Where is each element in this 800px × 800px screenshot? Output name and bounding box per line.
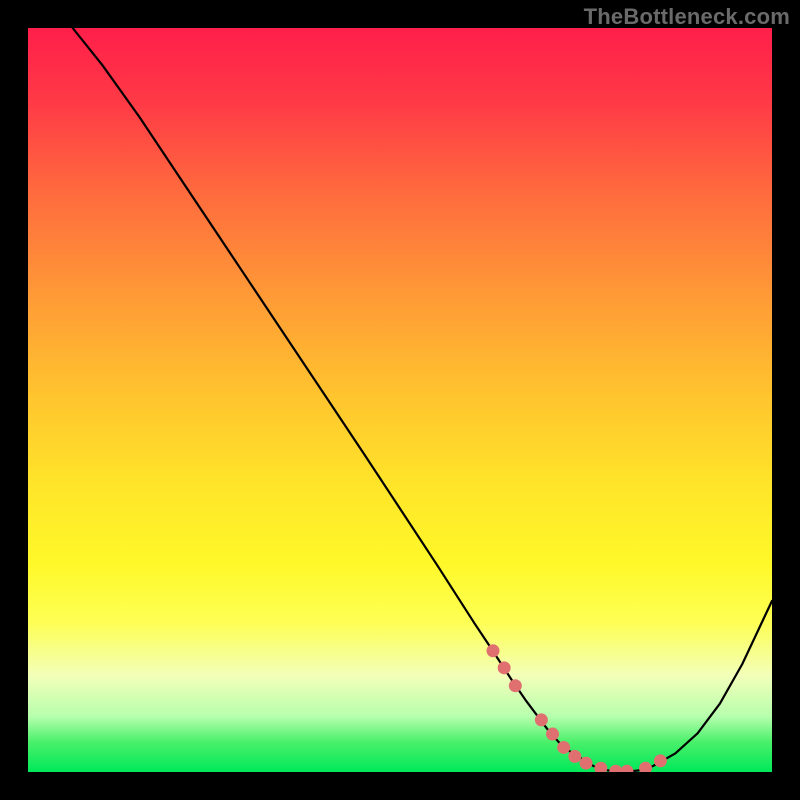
valley-dot	[609, 765, 622, 772]
valley-dot	[546, 728, 559, 741]
valley-dot	[487, 644, 500, 657]
valley-dot	[498, 661, 511, 674]
valley-dot	[580, 757, 593, 770]
valley-dot	[639, 762, 652, 772]
valley-dot	[654, 754, 667, 767]
valley-dot	[594, 762, 607, 772]
chart-svg	[28, 28, 772, 772]
valley-dot	[568, 750, 581, 763]
valley-dot	[620, 765, 633, 772]
bottleneck-curve	[73, 28, 772, 772]
valley-dot	[557, 741, 570, 754]
valley-dot	[509, 679, 522, 692]
watermark-text: TheBottleneck.com	[584, 4, 790, 30]
valley-dots-group	[487, 644, 667, 772]
valley-dot	[535, 713, 548, 726]
chart-frame: TheBottleneck.com	[0, 0, 800, 800]
plot-area	[28, 28, 772, 772]
